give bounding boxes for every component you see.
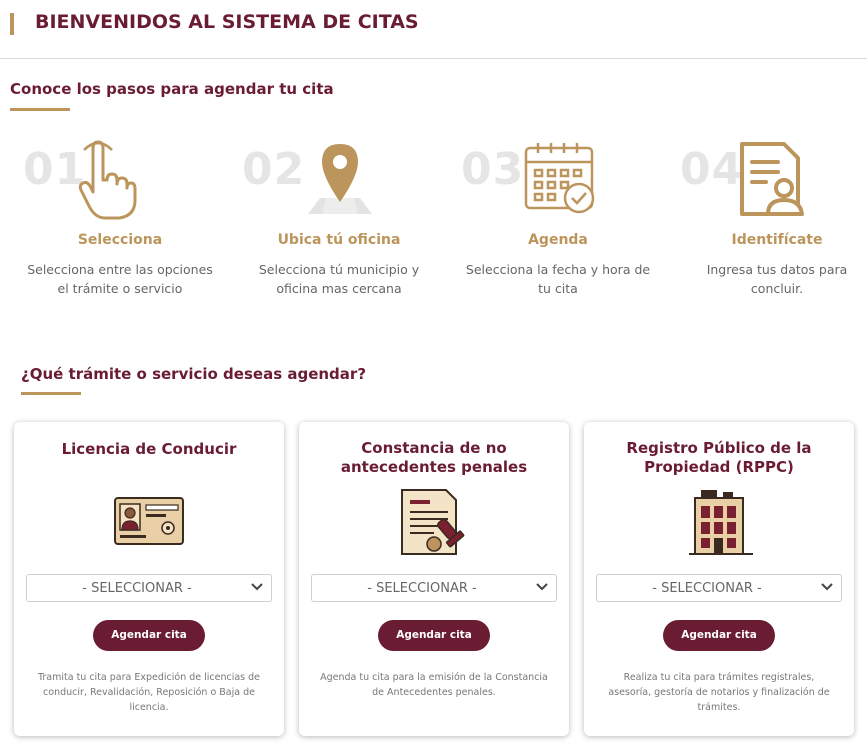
agendar-cita-button[interactable]: Agendar cita [93,620,205,651]
card-title: Constancia de no antecedentes penales [340,439,528,476]
calendar-check-icon [524,143,595,214]
id-document-icon [740,142,804,216]
chevron-down-icon [536,583,548,591]
map-pin-icon [308,144,372,214]
step-description: Selecciona entre las opciones el trámite… [27,262,213,296]
select-placeholder: - SELECCIONAR - [652,581,762,596]
building-icon [689,490,753,555]
card-title: Licencia de Conducir [61,440,237,458]
agendar-cita-button[interactable]: Agendar cita [663,620,775,651]
step-4: 04 Identifícate Ingresa tus datos para c… [672,140,867,310]
header-accent-bar [10,13,14,35]
page-title: BIENVENIDOS AL SISTEMA DE CITAS [35,11,419,33]
step-number: 04 [680,144,744,195]
page-header: BIENVENIDOS AL SISTEMA DE CITAS [0,0,867,59]
services-section-title: ¿Qué trámite o servicio deseas agendar? [21,365,367,383]
step-title: Selecciona [77,232,163,248]
pointing-hand-icon [78,140,137,220]
card-title: Registro Público de la Propiedad (RPPC) [626,439,812,476]
select-placeholder: - SELECCIONAR - [82,581,192,596]
card-description: Tramita tu cita para Expedición de licen… [37,672,261,713]
step-description: Ingresa tus datos para concluir. [706,262,848,296]
step-description: Selecciona la fecha y hora de tu cita [465,262,651,296]
step-title: Ubica tú oficina [277,232,401,248]
select-placeholder: - SELECCIONAR - [367,581,477,596]
step-number: 03 [461,144,525,195]
service-select[interactable]: - SELECCIONAR - [26,574,272,602]
step-2: 02 Ubica tú oficina Selecciona tú munici… [234,140,444,310]
steps-section-title: Conoce los pasos para agendar tu cita [10,80,334,98]
agendar-cita-button[interactable]: Agendar cita [378,620,490,651]
service-select[interactable]: - SELECCIONAR - [596,574,842,602]
step-1: 01 Selecciona Selecciona entre las opcio… [15,140,225,310]
service-card-rppc: Registro Público de la Propiedad (RPPC) … [584,422,854,736]
card-description: Agenda tu cita para la emisión de la Con… [320,672,548,698]
step-title: Identifícate [731,232,823,248]
service-card-constancia: Constancia de no antecedentes penales - … [299,422,569,736]
service-card-licencia: Licencia de Conducir - SELECCIONAR - Age… [14,422,284,736]
services-title-underline [21,392,81,395]
step-3: 03 Agenda Selecciona la fecha y hora de … [453,140,663,310]
stamped-document-icon [401,489,465,555]
chevron-down-icon [821,583,833,591]
card-description: Realiza tu cita para trámites registrale… [608,672,830,713]
step-title: Agenda [528,232,588,248]
service-select[interactable]: - SELECCIONAR - [311,574,557,602]
step-number: 02 [242,144,306,195]
drivers-license-icon [114,497,184,545]
step-description: Selecciona tú municipio y oficina mas ce… [258,262,420,296]
chevron-down-icon [251,583,263,591]
steps-title-underline [10,108,70,111]
